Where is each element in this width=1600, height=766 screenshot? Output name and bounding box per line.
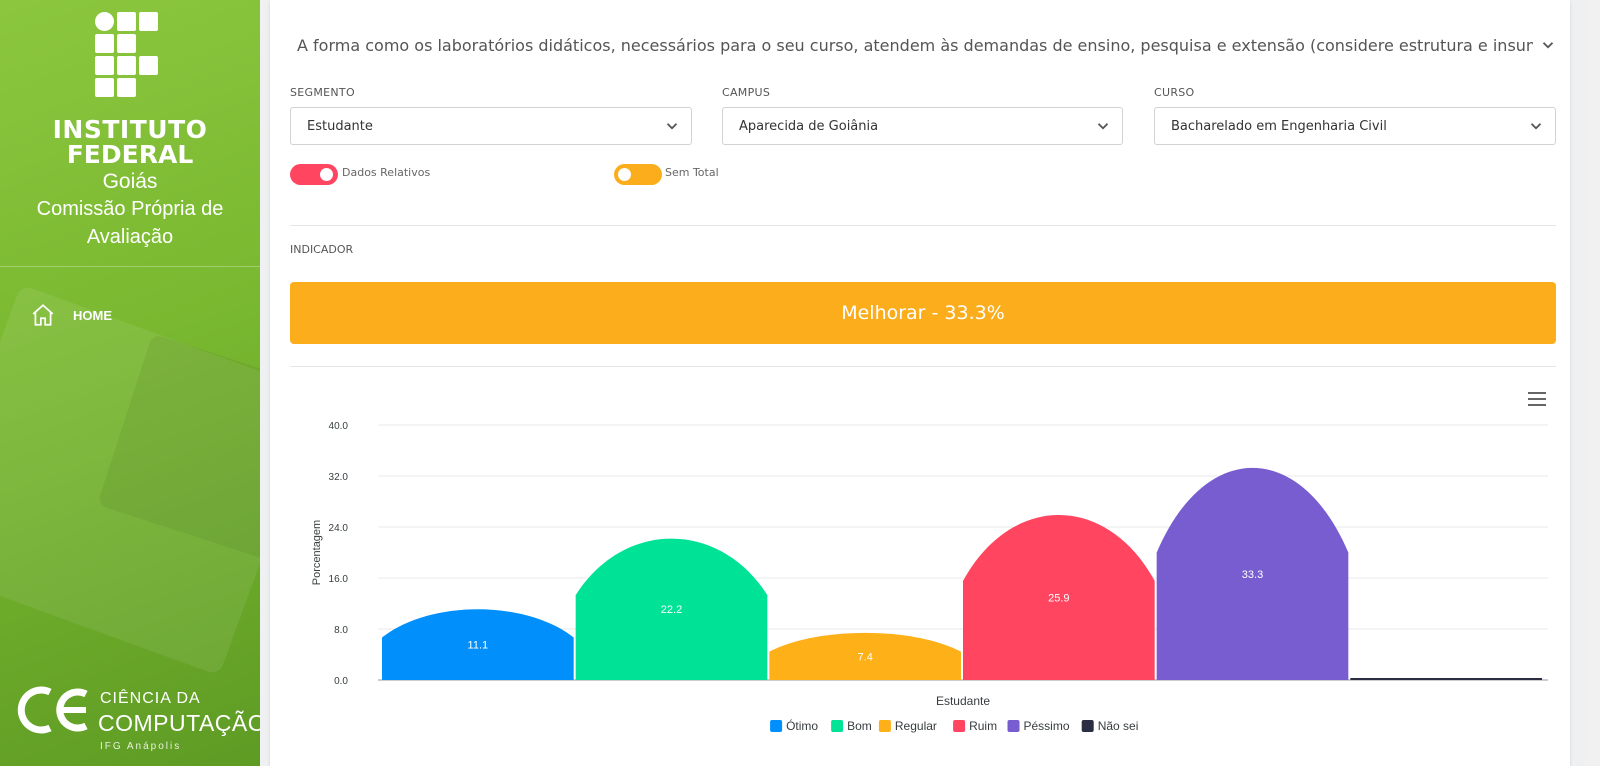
legend-item: Bom [847, 719, 872, 733]
curso-select[interactable]: Bacharelado em Engenharia Civil [1154, 107, 1556, 145]
dados-relativos-label: Dados Relativos [342, 166, 431, 179]
indicator-banner: Melhorar - 33.3% [290, 282, 1556, 344]
cc-line2: COMPUTAÇÃO [98, 710, 260, 736]
home-icon [32, 304, 54, 326]
chevron-down-icon [1542, 42, 1554, 49]
data-label: 25.9 [1048, 592, 1069, 604]
curso-value: Bacharelado em Engenharia Civil [1171, 118, 1387, 134]
chart-menu-icon[interactable] [1528, 392, 1546, 406]
y-tick-label: 0.0 [334, 676, 348, 687]
chevron-down-icon [666, 123, 678, 130]
chart: 0.0 8.0 16.0 24.0 32.0 40.0 Porcentagem 11.1 22.… [311, 421, 1548, 733]
legend-item: Ótimo [786, 718, 818, 733]
page-scrollbar[interactable] [1586, 0, 1600, 766]
cc-mark-icon [17, 686, 88, 734]
legend-item: Ruim [969, 719, 997, 733]
legend-marker [953, 720, 966, 732]
cc-line1: CIÊNCIA DA [100, 690, 201, 707]
legend-item: Péssimo [1024, 719, 1070, 733]
legend-marker [878, 720, 891, 732]
brand-goias: Goiás [102, 170, 158, 193]
toggle-knob [320, 168, 333, 181]
chevron-down-icon [1530, 123, 1542, 130]
x-axis-label: Estudante [936, 694, 990, 708]
brand-instituto: INSTITUTO [52, 115, 208, 144]
legend-item: Regular [895, 719, 937, 733]
data-label: 11.1 [468, 640, 489, 652]
y-tick-label: 32.0 [329, 472, 349, 483]
legend-marker [831, 720, 844, 732]
question-text: A forma como os laboratórios didáticos, … [297, 35, 1533, 55]
data-label: 33.3 [1242, 569, 1263, 581]
sidebar-divider [0, 266, 260, 267]
sidebar-item-home[interactable]: HOME [30, 302, 112, 328]
y-tick-label: 24.0 [329, 523, 349, 534]
sem-total-toggle[interactable] [614, 164, 662, 185]
segmento-label: SEGMENTO [290, 86, 355, 99]
data-label: 7.4 [858, 651, 873, 663]
campus-select[interactable]: Aparecida de Goiânia [722, 107, 1123, 145]
campus-value: Aparecida de Goiânia [739, 118, 879, 134]
dados-relativos-toggle[interactable] [290, 164, 338, 185]
chevron-down-icon [1097, 123, 1109, 130]
segmento-select[interactable]: Estudante [290, 107, 692, 145]
curso-label: CURSO [1154, 86, 1195, 99]
question-select[interactable]: A forma como os laboratórios didáticos, … [297, 30, 1557, 60]
divider [290, 366, 1556, 367]
campus-label: CAMPUS [722, 86, 771, 99]
legend-marker [1081, 720, 1094, 732]
y-tick-label: 16.0 [329, 574, 349, 585]
bar-Não sei [1350, 678, 1542, 680]
sem-total-label: Sem Total [665, 166, 719, 179]
toggle-knob [618, 168, 631, 181]
y-tick-label: 8.0 [334, 625, 348, 636]
legend-marker [1007, 720, 1020, 732]
y-axis-label: Porcentagem [311, 520, 323, 585]
cc-line3: IFG Anápolis [100, 741, 182, 752]
indicator-label: INDICADOR [290, 243, 354, 256]
data-label: 22.2 [661, 604, 682, 616]
cc-logo: CIÊNCIA DA COMPUTAÇÃO IFG Anápolis [10, 680, 260, 752]
brand-federal: FEDERAL [66, 140, 194, 169]
segmento-value: Estudante [307, 118, 373, 134]
brand-cpa: Comissão Própria de Avaliação [36, 198, 224, 248]
divider [290, 225, 1556, 226]
legend-marker [770, 720, 783, 732]
legend-item: Não sei [1098, 719, 1139, 733]
sidebar-item-label: HOME [73, 307, 112, 323]
sidebar: INSTITUTO FEDERAL Goiás Comissão Própria… [0, 0, 260, 766]
y-tick-label: 40.0 [329, 421, 349, 432]
